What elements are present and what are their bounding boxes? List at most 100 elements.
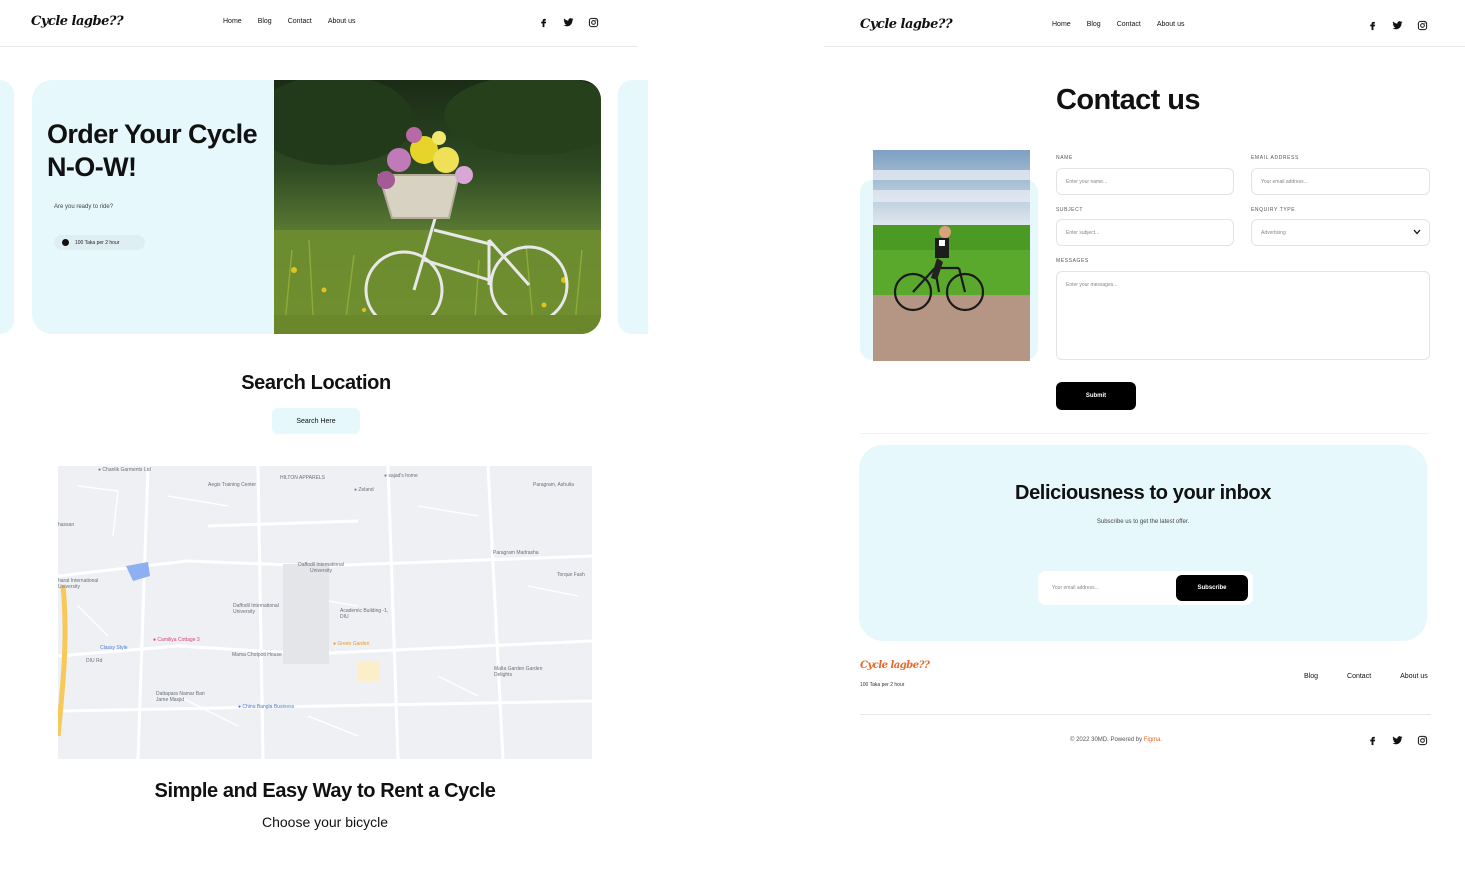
instagram-icon[interactable]: [1416, 734, 1428, 746]
main-nav: Home Blog Contact About us: [223, 18, 355, 25]
search-heading: Search Location: [241, 372, 391, 394]
brand-logo[interactable]: Cycle lagbe??: [860, 17, 953, 32]
map-pin[interactable]: Daffodil International University: [296, 562, 346, 574]
instagram-icon[interactable]: [1416, 19, 1428, 31]
name-field[interactable]: Enter your name...: [1056, 168, 1234, 195]
hero-subtitle: Are you ready to ride?: [54, 204, 114, 210]
contact-form: NAME Enter your name... EMAIL ADDRESS Yo…: [1056, 155, 1430, 415]
footer-social-links: [1366, 734, 1428, 746]
copyright: © 2022 30MD. Powered by Figma.: [1070, 737, 1162, 743]
subject-label: SUBJECT: [1056, 207, 1083, 213]
footer-brand-logo[interactable]: Cycle lagbe??: [860, 660, 930, 671]
newsletter-form: Your email address... Subscribe: [1038, 571, 1253, 605]
contact-page: Cycle lagbe?? Home Blog Contact About us…: [824, 0, 1465, 869]
enquiry-type-label: ENQUIRY TYPE: [1251, 207, 1296, 213]
facebook-icon[interactable]: [537, 16, 549, 28]
brand-logo[interactable]: Cycle lagbe??: [31, 14, 124, 29]
copyright-text: © 2022 30MD. Powered by: [1070, 737, 1144, 743]
map-pin[interactable]: ● China Bangla Business: [238, 704, 294, 710]
nav-home[interactable]: Home: [223, 18, 242, 25]
home-header: Cycle lagbe?? Home Blog Contact About us: [0, 0, 637, 47]
rent-heading: Simple and Easy Way to Rent a Cycle: [154, 780, 496, 802]
rent-subheading: Choose your bicycle: [261, 814, 389, 830]
map-pin[interactable]: Aegis Training Center: [208, 482, 256, 488]
search-here-button[interactable]: Search Here: [272, 408, 360, 434]
price-badge-text: 100 Taka per 2 hour: [75, 239, 120, 246]
twitter-icon[interactable]: [1391, 19, 1403, 31]
facebook-icon[interactable]: [1366, 734, 1378, 746]
map-pin[interactable]: DIU Rd: [86, 658, 102, 664]
map-pin[interactable]: Academic Building -1, DIU: [340, 608, 390, 620]
nav-home[interactable]: Home: [1052, 21, 1071, 28]
map-labels: ● Chanlik Garments Ltd Aegis Training Ce…: [58, 466, 592, 759]
newsletter-card: Deliciousness to your inbox Subscribe us…: [859, 445, 1427, 641]
nav-blog[interactable]: Blog: [1087, 21, 1101, 28]
map-pin[interactable]: ● Chanlik Garments Ltd: [98, 467, 151, 473]
footer-link-about[interactable]: About us: [1400, 673, 1428, 680]
chevron-down-icon: [1413, 229, 1421, 237]
home-page: Cycle lagbe?? Home Blog Contact About us…: [0, 0, 648, 869]
map-pin[interactable]: Paragram Madrasha: [493, 550, 539, 556]
hero-next-card[interactable]: [618, 80, 648, 334]
newsletter-heading: Deliciousness to your inbox: [1015, 482, 1271, 504]
map-pin[interactable]: Dattapara Namar Bari Jame Masjid: [156, 691, 208, 703]
nav-blog[interactable]: Blog: [258, 18, 272, 25]
instagram-icon[interactable]: [587, 16, 599, 28]
map-pin[interactable]: ● sajad's home: [384, 473, 418, 479]
header-divider: [0, 46, 637, 47]
twitter-icon[interactable]: [1391, 734, 1403, 746]
subject-field[interactable]: Enter subject...: [1056, 219, 1234, 246]
footer-tagline: 100 Taka per 2 hour: [860, 682, 905, 688]
social-links: [1366, 19, 1428, 31]
hero-card: Order Your Cycle N-O-W! Are you ready to…: [32, 80, 601, 334]
contact-heading: Contact us: [1056, 84, 1200, 116]
footer-divider: [860, 714, 1431, 715]
subscribe-button[interactable]: Subscribe: [1176, 575, 1248, 601]
hero-title: Order Your Cycle N-O-W!: [47, 119, 258, 182]
map-pin[interactable]: Torque Fash: [557, 572, 585, 578]
section-divider: [860, 433, 1429, 434]
map-pin[interactable]: Malta Garden Garden Delights: [494, 666, 544, 678]
nav-about[interactable]: About us: [328, 18, 356, 25]
map-view[interactable]: ● Chanlik Garments Ltd Aegis Training Ce…: [58, 466, 592, 759]
footer-link-blog[interactable]: Blog: [1304, 673, 1318, 680]
map-pin[interactable]: Paragram, Ashulia: [533, 482, 574, 488]
twitter-icon[interactable]: [562, 16, 574, 28]
facebook-icon[interactable]: [1366, 19, 1378, 31]
clock-icon: [62, 239, 69, 246]
price-badge: 100 Taka per 2 hour: [54, 235, 145, 250]
nav-contact[interactable]: Contact: [1117, 21, 1141, 28]
social-links: [537, 16, 599, 28]
messages-textarea[interactable]: Enter your messages...: [1056, 271, 1430, 360]
map-pin[interactable]: Daffodil International University: [233, 603, 298, 615]
messages-label: MESSAGES: [1056, 258, 1089, 264]
enquiry-type-select[interactable]: Advertising: [1251, 219, 1430, 246]
enquiry-type-value: Advertising: [1261, 229, 1286, 236]
cyclist-photo: [873, 150, 1030, 361]
submit-button[interactable]: Submit: [1056, 382, 1136, 410]
name-label: NAME: [1056, 155, 1073, 161]
map-pin[interactable]: Mama Chotpoti House: [232, 652, 282, 658]
newsletter-subtext: Subscribe us to get the latest offer.: [1096, 519, 1190, 525]
map-pin[interactable]: ● Green Garden: [333, 641, 369, 647]
footer: Cycle lagbe?? 100 Taka per 2 hour Blog C…: [824, 655, 1465, 755]
figma-link[interactable]: Figma.: [1144, 737, 1162, 743]
footer-nav: Blog Contact About us: [1304, 673, 1428, 680]
map-pin[interactable]: ● Camiliya Cottage 3: [153, 637, 200, 643]
email-label: EMAIL ADDRESS: [1251, 155, 1299, 161]
newsletter-email-input[interactable]: Your email address...: [1052, 585, 1099, 591]
contact-header: Cycle lagbe?? Home Blog Contact About us: [824, 0, 1465, 47]
main-nav: Home Blog Contact About us: [1052, 21, 1184, 28]
nav-about[interactable]: About us: [1157, 21, 1185, 28]
header-divider: [824, 46, 1465, 47]
hero-image: [274, 80, 601, 334]
map-pin[interactable]: ● Zeland: [354, 487, 374, 493]
hero-prev-card[interactable]: [0, 80, 14, 334]
nav-contact[interactable]: Contact: [288, 18, 312, 25]
map-pin[interactable]: Classy Style: [100, 645, 128, 651]
footer-link-contact[interactable]: Contact: [1347, 673, 1371, 680]
map-pin[interactable]: hassan: [58, 522, 74, 528]
map-pin[interactable]: HILTON APPARELS: [280, 475, 325, 481]
map-pin[interactable]: harat International University: [58, 578, 113, 590]
email-field[interactable]: Your email address...: [1251, 168, 1430, 195]
